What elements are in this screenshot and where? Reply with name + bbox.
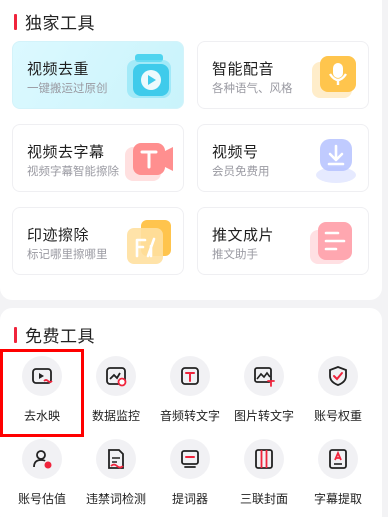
card-smart-dubbing[interactable]: 智能配音 各种语气、风格 — [197, 41, 369, 109]
tool-label: 违禁词检测 — [85, 492, 146, 506]
tool-label: 账号权重 — [313, 409, 362, 423]
card-title: 视频号 — [212, 144, 259, 161]
tool-icon-circle — [244, 356, 284, 396]
account-value-icon — [33, 450, 52, 469]
heading-accent-bar — [14, 13, 17, 30]
card-title: 推文成片 — [212, 227, 275, 244]
tool-icon-circle — [170, 356, 210, 396]
tool-audio-to-text[interactable]: 音频转文字 — [153, 356, 227, 428]
microphone-icon — [312, 56, 356, 98]
tool-icon-circle — [318, 356, 358, 396]
card-video-dedup[interactable]: 视频去重 一键搬运过原创 — [12, 41, 184, 109]
exclusive-tools-heading: 独家工具 — [14, 9, 95, 34]
card-title: 视频去重 — [27, 61, 90, 78]
image-to-text-icon — [254, 367, 275, 387]
tool-label: 账号估值 — [17, 492, 66, 506]
tool-triptych-cover[interactable]: 三联封面 — [227, 439, 301, 511]
text-t-icon — [125, 143, 173, 181]
tool-forbidden-word-check[interactable]: 违禁词检测 — [79, 439, 153, 511]
heading-accent-bar — [14, 326, 17, 343]
card-title: 印迹擦除 — [27, 227, 90, 244]
play-video-icon — [127, 54, 171, 98]
tool-image-to-text[interactable]: 图片转文字 — [227, 356, 301, 428]
exclusive-tools-title: 独家工具 — [25, 14, 95, 33]
audio-to-text-icon — [181, 367, 199, 385]
tool-data-monitor[interactable]: 数据监控 — [79, 356, 153, 428]
triptych-cover-icon — [255, 449, 273, 469]
exclusive-tools-panel: 独家工具 视频去重 一键搬运过原创 智能配音 各种语气、风格 视频去字幕 视频字… — [0, 0, 382, 300]
download-icon — [316, 139, 356, 183]
tool-label: 音频转文字 — [159, 409, 220, 423]
tool-icon-circle — [96, 439, 136, 479]
tool-label: 三联封面 — [239, 492, 288, 506]
tool-icon-circle — [22, 439, 62, 479]
selection-highlight-box — [0, 349, 84, 437]
card-subtitle: 一键搬运过原创 — [27, 83, 108, 95]
card-subtitle: 推文助手 — [212, 249, 258, 261]
subtitle-extract-icon — [329, 449, 347, 469]
card-video-channel[interactable]: 视频号 会员免费用 — [197, 124, 369, 192]
card-subtitle: 各种语气、风格 — [212, 83, 293, 95]
free-tools-heading: 免费工具 — [14, 322, 95, 347]
tool-icon-circle — [318, 439, 358, 479]
data-monitor-icon — [106, 367, 127, 387]
card-title: 智能配音 — [212, 61, 275, 78]
document-lines-icon — [310, 222, 352, 264]
tool-icon-circle — [244, 439, 284, 479]
tool-label: 提词器 — [171, 492, 208, 506]
card-title: 视频去字幕 — [27, 144, 105, 161]
tool-teleprompter[interactable]: 提词器 — [153, 439, 227, 511]
tool-label: 字幕提取 — [313, 492, 362, 506]
card-mark-erase[interactable]: 印迹擦除 标记哪里擦哪里 — [12, 207, 184, 275]
tool-account-value[interactable]: 账号估值 — [5, 439, 79, 511]
tool-account-weight[interactable]: 账号权重 — [301, 356, 375, 428]
tool-subtitle-extract[interactable]: 字幕提取 — [301, 439, 375, 511]
shield-check-icon — [329, 366, 347, 386]
tool-label: 图片转文字 — [233, 409, 294, 423]
card-subtitle: 视频字幕智能擦除 — [27, 166, 119, 178]
teleprompter-icon — [181, 450, 199, 468]
tool-icon-circle — [170, 439, 210, 479]
tool-icon-circle — [96, 356, 136, 396]
card-tweet-to-video[interactable]: 推文成片 推文助手 — [197, 207, 369, 275]
card-subtitle: 标记哪里擦哪里 — [27, 249, 108, 261]
tool-label: 数据监控 — [91, 409, 140, 423]
eraser-brush-icon — [127, 220, 171, 264]
card-subtitle: 会员免费用 — [212, 166, 270, 178]
forbidden-word-icon — [108, 449, 124, 469]
card-video-remove-subtitle[interactable]: 视频去字幕 视频字幕智能擦除 — [12, 124, 184, 192]
free-tools-title: 免费工具 — [25, 327, 95, 346]
